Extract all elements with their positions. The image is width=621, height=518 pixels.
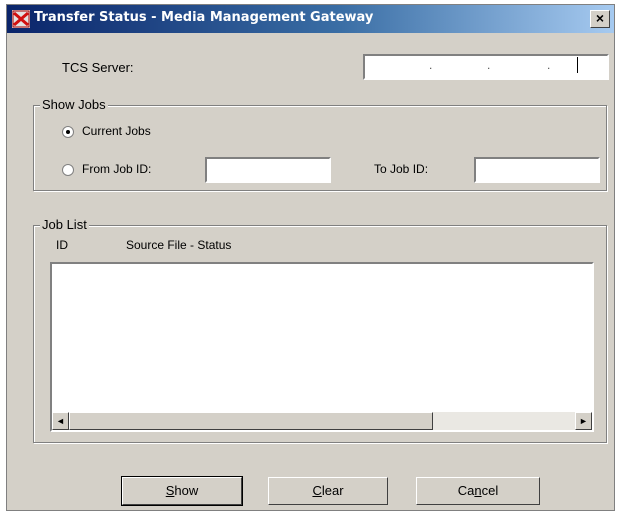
ip-separator: .: [487, 58, 491, 72]
show-label-rest: how: [174, 483, 199, 498]
cancel-label-pre: Ca: [457, 483, 475, 498]
current-jobs-label[interactable]: Current Jobs: [82, 124, 151, 138]
show-button[interactable]: Show: [121, 476, 243, 506]
transfer-status-window: Transfer Status - Media Management Gatew…: [6, 4, 615, 511]
scroll-left-icon[interactable]: ◄: [52, 412, 69, 430]
column-header-id[interactable]: ID: [56, 238, 68, 252]
clear-label-rest: lear: [321, 483, 344, 498]
title-bar[interactable]: Transfer Status - Media Management Gatew…: [7, 5, 614, 33]
horizontal-scrollbar[interactable]: ◄ ►: [52, 412, 592, 430]
to-job-label: To Job ID:: [374, 162, 429, 176]
tcs-server-label: TCS Server:: [62, 60, 134, 75]
window-title: Transfer Status - Media Management Gatew…: [34, 10, 374, 25]
column-header-source-status[interactable]: Source File - Status: [126, 238, 231, 252]
text-caret: [577, 57, 578, 73]
show-jobs-group: Show Jobs Current Jobs From Job ID: To J…: [33, 97, 607, 191]
job-list-group: Job List ID Source File - Status ◄ ►: [33, 217, 607, 443]
clear-button[interactable]: Clear: [268, 477, 388, 505]
scroll-right-icon[interactable]: ►: [575, 412, 592, 430]
tcs-server-ip-field[interactable]: . . .: [363, 54, 609, 80]
clear-mnemonic: C: [312, 483, 322, 498]
job-list-box[interactable]: ◄ ►: [50, 262, 594, 432]
scroll-thumb[interactable]: [69, 412, 433, 430]
ip-separator: .: [429, 58, 433, 72]
from-job-label[interactable]: From Job ID:: [82, 162, 151, 176]
app-icon: [12, 10, 30, 28]
cancel-mnemonic: n: [474, 483, 482, 498]
ip-separator: .: [547, 58, 551, 72]
from-job-radio[interactable]: [62, 164, 74, 176]
cancel-label-post: cel: [481, 483, 499, 498]
to-job-id-input[interactable]: [474, 157, 600, 183]
close-icon[interactable]: ×: [590, 10, 610, 28]
current-jobs-radio[interactable]: [62, 126, 74, 138]
cancel-button[interactable]: Cancel: [416, 477, 540, 505]
job-list-legend: Job List: [40, 217, 89, 232]
show-jobs-legend: Show Jobs: [40, 97, 108, 112]
from-job-id-input[interactable]: [205, 157, 331, 183]
